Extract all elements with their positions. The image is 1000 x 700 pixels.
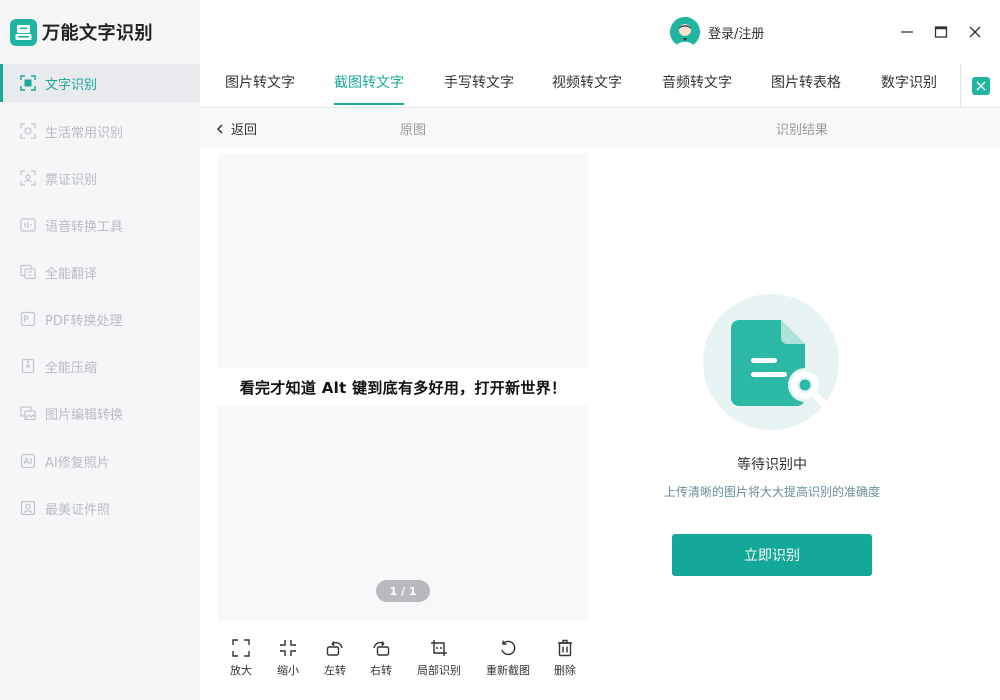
- sidebar-item-pdf[interactable]: PDF转换处理: [0, 300, 200, 338]
- rotate-left-label: 左转: [324, 664, 346, 677]
- close-icon: [969, 26, 981, 38]
- sidebar-item-image-edit[interactable]: 图片编辑转换: [0, 394, 200, 432]
- sidebar-item-label: 语音转换工具: [45, 219, 124, 235]
- compress-icon: [20, 358, 36, 374]
- recapture-label: 重新截图: [486, 664, 530, 677]
- feature-tabs: 图片转文字 截图转文字 手写转文字 视频转文字 音频转文字 图片转表格 数字识别: [200, 64, 1000, 108]
- tab-image-to-text[interactable]: 图片转文字: [225, 64, 295, 107]
- rotate-right-button[interactable]: 右转: [351, 638, 411, 678]
- id-scan-icon: [20, 170, 36, 186]
- close-button[interactable]: [965, 22, 985, 42]
- sidebar: 万能文字识别 文字识别 生活常用识别 票证识别 语音转换工具 全能翻译 PDF转…: [0, 0, 200, 700]
- pdf-icon: [20, 311, 36, 327]
- id-photo-icon: [20, 500, 36, 516]
- document-search-icon: [731, 320, 829, 409]
- image-preview: 看完才知道 Alt 键到底有多好用，打开新世界！ 1 / 1: [218, 153, 588, 620]
- translate-icon: [20, 264, 36, 280]
- recognize-now-button[interactable]: 立即识别: [672, 534, 872, 576]
- image-edit-icon: [20, 405, 36, 421]
- original-image-heading: 原图: [400, 123, 427, 138]
- scan-icon: [20, 123, 36, 139]
- tabs-expand-button[interactable]: [960, 64, 1000, 107]
- sidebar-item-label: 图片编辑转换: [45, 407, 124, 423]
- delete-label: 删除: [554, 664, 576, 677]
- back-label: 返回: [231, 123, 258, 138]
- maximize-button[interactable]: [931, 22, 951, 42]
- minimize-icon: [901, 31, 913, 33]
- result-heading: 识别结果: [776, 123, 829, 138]
- recapture-icon: [498, 638, 518, 658]
- sidebar-item-ai-photo[interactable]: AI修复照片: [0, 442, 200, 480]
- sidebar-item-text-recognition[interactable]: 文字识别: [0, 64, 200, 102]
- trash-icon: [555, 638, 575, 658]
- screenshot-image: 看完才知道 Alt 键到底有多好用，打开新世界！: [218, 368, 588, 406]
- ai-photo-icon: [20, 453, 36, 469]
- sidebar-item-label: 票证识别: [45, 172, 98, 188]
- sidebar-item-label: 全能翻译: [45, 266, 98, 282]
- text-scan-icon: [20, 75, 36, 91]
- sidebar-item-translate[interactable]: 全能翻译: [0, 253, 200, 291]
- zoom-in-label: 放大: [230, 664, 252, 677]
- partial-recognition-label: 局部识别: [417, 664, 461, 677]
- sidebar-item-daily-recognition[interactable]: 生活常用识别: [0, 112, 200, 150]
- minimize-button[interactable]: [897, 22, 917, 42]
- waiting-status-tip: 上传清晰的图片将大大提高识别的准确度: [663, 485, 880, 499]
- sidebar-item-ticket-recognition[interactable]: 票证识别: [0, 159, 200, 197]
- sidebar-item-label: 最美证件照: [45, 502, 111, 518]
- sidebar-item-label: PDF转换处理: [45, 313, 123, 329]
- delete-button[interactable]: 删除: [535, 638, 595, 678]
- tab-audio-to-text[interactable]: 音频转文字: [662, 64, 732, 107]
- zoom-out-icon: [278, 638, 298, 658]
- rotate-right-icon: [371, 638, 391, 658]
- zoom-in-icon: [231, 638, 251, 658]
- expand-icon: [971, 76, 990, 95]
- tab-video-to-text[interactable]: 视频转文字: [552, 64, 622, 107]
- chevron-left-icon: [216, 123, 223, 134]
- app-title: 万能文字识别: [42, 23, 153, 44]
- screenshot-image-text: 看完才知道 Alt 键到底有多好用，打开新世界！: [239, 378, 567, 397]
- sidebar-item-compress[interactable]: 全能压缩: [0, 347, 200, 385]
- zoom-out-label: 缩小: [277, 664, 299, 677]
- waiting-illustration: [703, 294, 839, 430]
- login-register-label: 登录/注册: [708, 26, 765, 42]
- sidebar-item-label: 生活常用识别: [45, 125, 124, 141]
- sidebar-item-voice-tools[interactable]: 语音转换工具: [0, 206, 200, 244]
- tab-image-to-table[interactable]: 图片转表格: [771, 64, 841, 107]
- waiting-status-title: 等待识别中: [737, 457, 807, 473]
- crop-icon: [429, 638, 449, 658]
- tab-screenshot-to-text[interactable]: 截图转文字: [334, 64, 404, 107]
- back-button[interactable]: 返回: [216, 119, 257, 138]
- title-bar: 登录/注册: [200, 0, 1000, 64]
- sidebar-item-label: 全能压缩: [45, 360, 98, 376]
- sidebar-item-label: 文字识别: [45, 77, 98, 93]
- rotate-left-icon: [325, 638, 345, 658]
- login-register-button[interactable]: 登录/注册: [670, 17, 764, 47]
- page-indicator: 1 / 1: [376, 580, 430, 602]
- maximize-icon: [934, 26, 948, 38]
- app-logo-icon: [10, 18, 37, 46]
- sidebar-item-id-photo[interactable]: 最美证件照: [0, 489, 200, 527]
- sub-header: 返回 原图 识别结果: [200, 108, 1000, 148]
- app-brand: 万能文字识别: [10, 16, 153, 48]
- avatar: [670, 17, 700, 47]
- partial-recognition-button[interactable]: 局部识别: [409, 638, 469, 678]
- tab-handwriting-to-text[interactable]: 手写转文字: [444, 64, 514, 107]
- sidebar-item-label: AI修复照片: [45, 455, 110, 471]
- rotate-right-label: 右转: [370, 664, 392, 677]
- voice-icon: [20, 217, 36, 233]
- recapture-button[interactable]: 重新截图: [478, 638, 538, 678]
- tab-number-recognition[interactable]: 数字识别: [881, 64, 937, 107]
